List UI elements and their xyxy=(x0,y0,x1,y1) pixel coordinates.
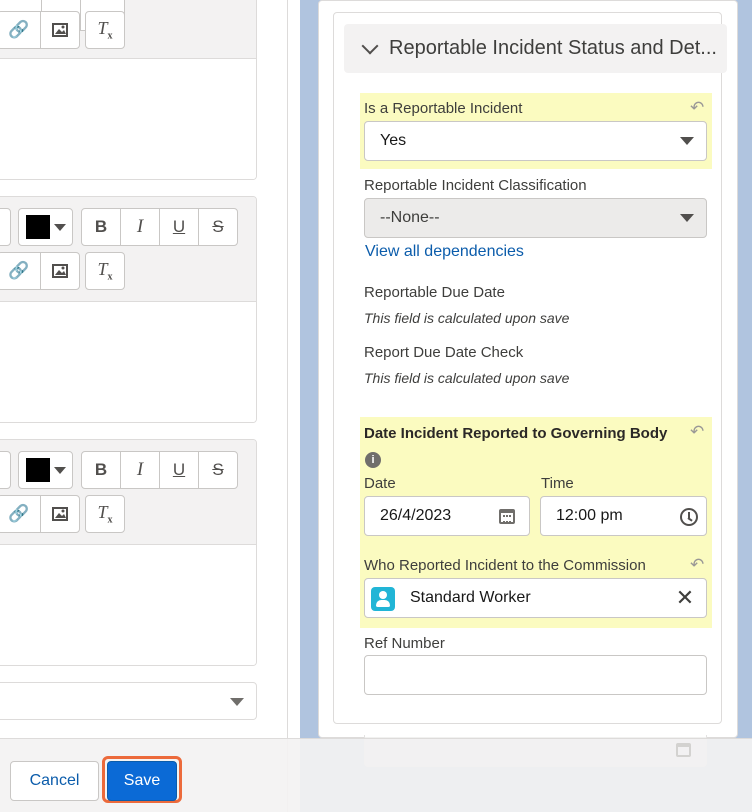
clear-formatting-icon: Tx xyxy=(97,18,113,42)
underline-button[interactable]: U xyxy=(159,451,199,489)
clear-formatting-icon: Tx xyxy=(97,259,113,283)
rte-toolbar: B I U S 🔗 Tx xyxy=(0,440,256,545)
field-label: Reportable Due Date xyxy=(364,284,505,301)
calculated-note: This field is calculated upon save xyxy=(364,310,570,326)
text-color-button[interactable] xyxy=(18,451,73,489)
clock-icon[interactable] xyxy=(680,508,698,526)
bold-button[interactable]: B xyxy=(81,451,121,489)
image-icon xyxy=(52,264,68,278)
field-label: Who Reported Incident to the Commission xyxy=(364,557,646,574)
lookup-value: Standard Worker xyxy=(410,589,531,606)
image-button[interactable] xyxy=(40,252,80,290)
italic-button[interactable]: I xyxy=(120,451,160,489)
toolbar-button[interactable] xyxy=(0,451,11,489)
clear-formatting-button[interactable]: Tx xyxy=(85,495,125,533)
chevron-down-icon xyxy=(680,137,694,145)
link-button[interactable]: 🔗 xyxy=(0,252,41,290)
italic-button[interactable]: I xyxy=(120,208,160,246)
ref-number-input[interactable] xyxy=(364,655,707,695)
save-button[interactable]: Save xyxy=(107,761,177,801)
link-button[interactable]: 🔗 xyxy=(0,495,41,533)
info-icon[interactable]: i xyxy=(365,452,381,468)
image-button[interactable] xyxy=(40,11,80,49)
chevron-down-icon xyxy=(230,698,244,706)
who-reported-lookup[interactable]: Standard Worker ✕ xyxy=(364,578,707,618)
text-color-icon xyxy=(25,215,50,239)
calendar-icon xyxy=(676,743,691,757)
chevron-down-icon xyxy=(361,37,379,54)
clear-formatting-button[interactable]: Tx xyxy=(85,252,125,290)
link-icon: 🔗 xyxy=(8,261,30,280)
image-icon xyxy=(52,507,68,521)
date-input[interactable]: 26/4/2023 xyxy=(364,496,530,536)
field-label: Is a Reportable Incident xyxy=(364,100,523,117)
select-value: Yes xyxy=(380,132,407,149)
clear-icon[interactable]: ✕ xyxy=(674,587,696,609)
rte-toolbar: B I U S 🔗 Tx xyxy=(0,197,256,302)
bold-button[interactable]: B xyxy=(81,208,121,246)
rte-toolbar: 🔗 Tx xyxy=(0,0,256,59)
undo-icon[interactable]: ↶ xyxy=(690,99,708,116)
image-button[interactable] xyxy=(40,495,80,533)
field-label: Date Incident Reported to Governing Body xyxy=(364,425,668,442)
rich-text-editor-1: 🔗 Tx xyxy=(0,0,257,180)
strikethrough-icon: S xyxy=(212,460,224,479)
chevron-down-icon xyxy=(680,214,694,222)
rte-body[interactable] xyxy=(0,302,256,422)
field-label: Reportable Incident Classification xyxy=(364,177,587,194)
undo-icon[interactable]: ↶ xyxy=(690,556,708,573)
rte-body[interactable] xyxy=(0,59,256,179)
calendar-icon[interactable] xyxy=(499,509,515,524)
field-label: Report Due Date Check xyxy=(364,344,524,361)
underline-button[interactable]: U xyxy=(159,208,199,246)
underline-icon: U xyxy=(172,460,186,479)
rich-text-editor-3: B I U S 🔗 Tx xyxy=(0,439,257,666)
view-dependencies-link[interactable]: View all dependencies xyxy=(365,243,524,261)
field-label: Ref Number xyxy=(364,635,445,652)
clear-formatting-button[interactable]: Tx xyxy=(85,11,125,49)
link-icon: 🔗 xyxy=(8,20,30,39)
rte-body[interactable] xyxy=(0,545,256,665)
chevron-down-icon xyxy=(53,223,66,231)
chevron-down-icon xyxy=(53,466,66,474)
link-button[interactable]: 🔗 xyxy=(0,11,41,49)
select-value: --None-- xyxy=(380,209,440,226)
undo-icon[interactable]: ↶ xyxy=(690,423,708,440)
strikethrough-button[interactable]: S xyxy=(198,451,238,489)
column-divider xyxy=(287,0,288,812)
section-header[interactable]: Reportable Incident Status and Det... xyxy=(344,24,727,73)
time-value: 12:00 pm xyxy=(556,507,623,524)
date-value: 26/4/2023 xyxy=(380,507,452,524)
bold-icon: B xyxy=(94,217,108,236)
underline-icon: U xyxy=(172,217,186,236)
italic-icon: I xyxy=(136,216,144,237)
image-icon xyxy=(52,23,68,37)
bold-icon: B xyxy=(94,460,108,479)
text-color-icon xyxy=(25,458,50,482)
user-avatar-icon xyxy=(371,587,395,611)
strikethrough-icon: S xyxy=(212,217,224,236)
italic-icon: I xyxy=(136,459,144,480)
clear-formatting-icon: Tx xyxy=(97,502,113,526)
rich-text-editor-2: B I U S 🔗 Tx xyxy=(0,196,257,423)
strikethrough-button[interactable]: S xyxy=(198,208,238,246)
link-icon: 🔗 xyxy=(8,504,30,523)
time-input[interactable]: 12:00 pm xyxy=(540,496,707,536)
cancel-button[interactable]: Cancel xyxy=(10,761,99,801)
date-label: Date xyxy=(364,475,396,492)
calculated-note: This field is calculated upon save xyxy=(364,370,570,386)
left-column: 🔗 Tx B I U S 🔗 Tx B I U S 🔗 Tx xyxy=(0,0,290,812)
classification-select[interactable]: --None-- xyxy=(364,198,707,238)
time-label: Time xyxy=(541,475,574,492)
toolbar-button[interactable] xyxy=(0,208,11,246)
section-title: Reportable Incident Status and Det... xyxy=(389,37,717,59)
picklist-select[interactable] xyxy=(0,682,257,720)
is-reportable-select[interactable]: Yes xyxy=(364,121,707,161)
text-color-button[interactable] xyxy=(18,208,73,246)
